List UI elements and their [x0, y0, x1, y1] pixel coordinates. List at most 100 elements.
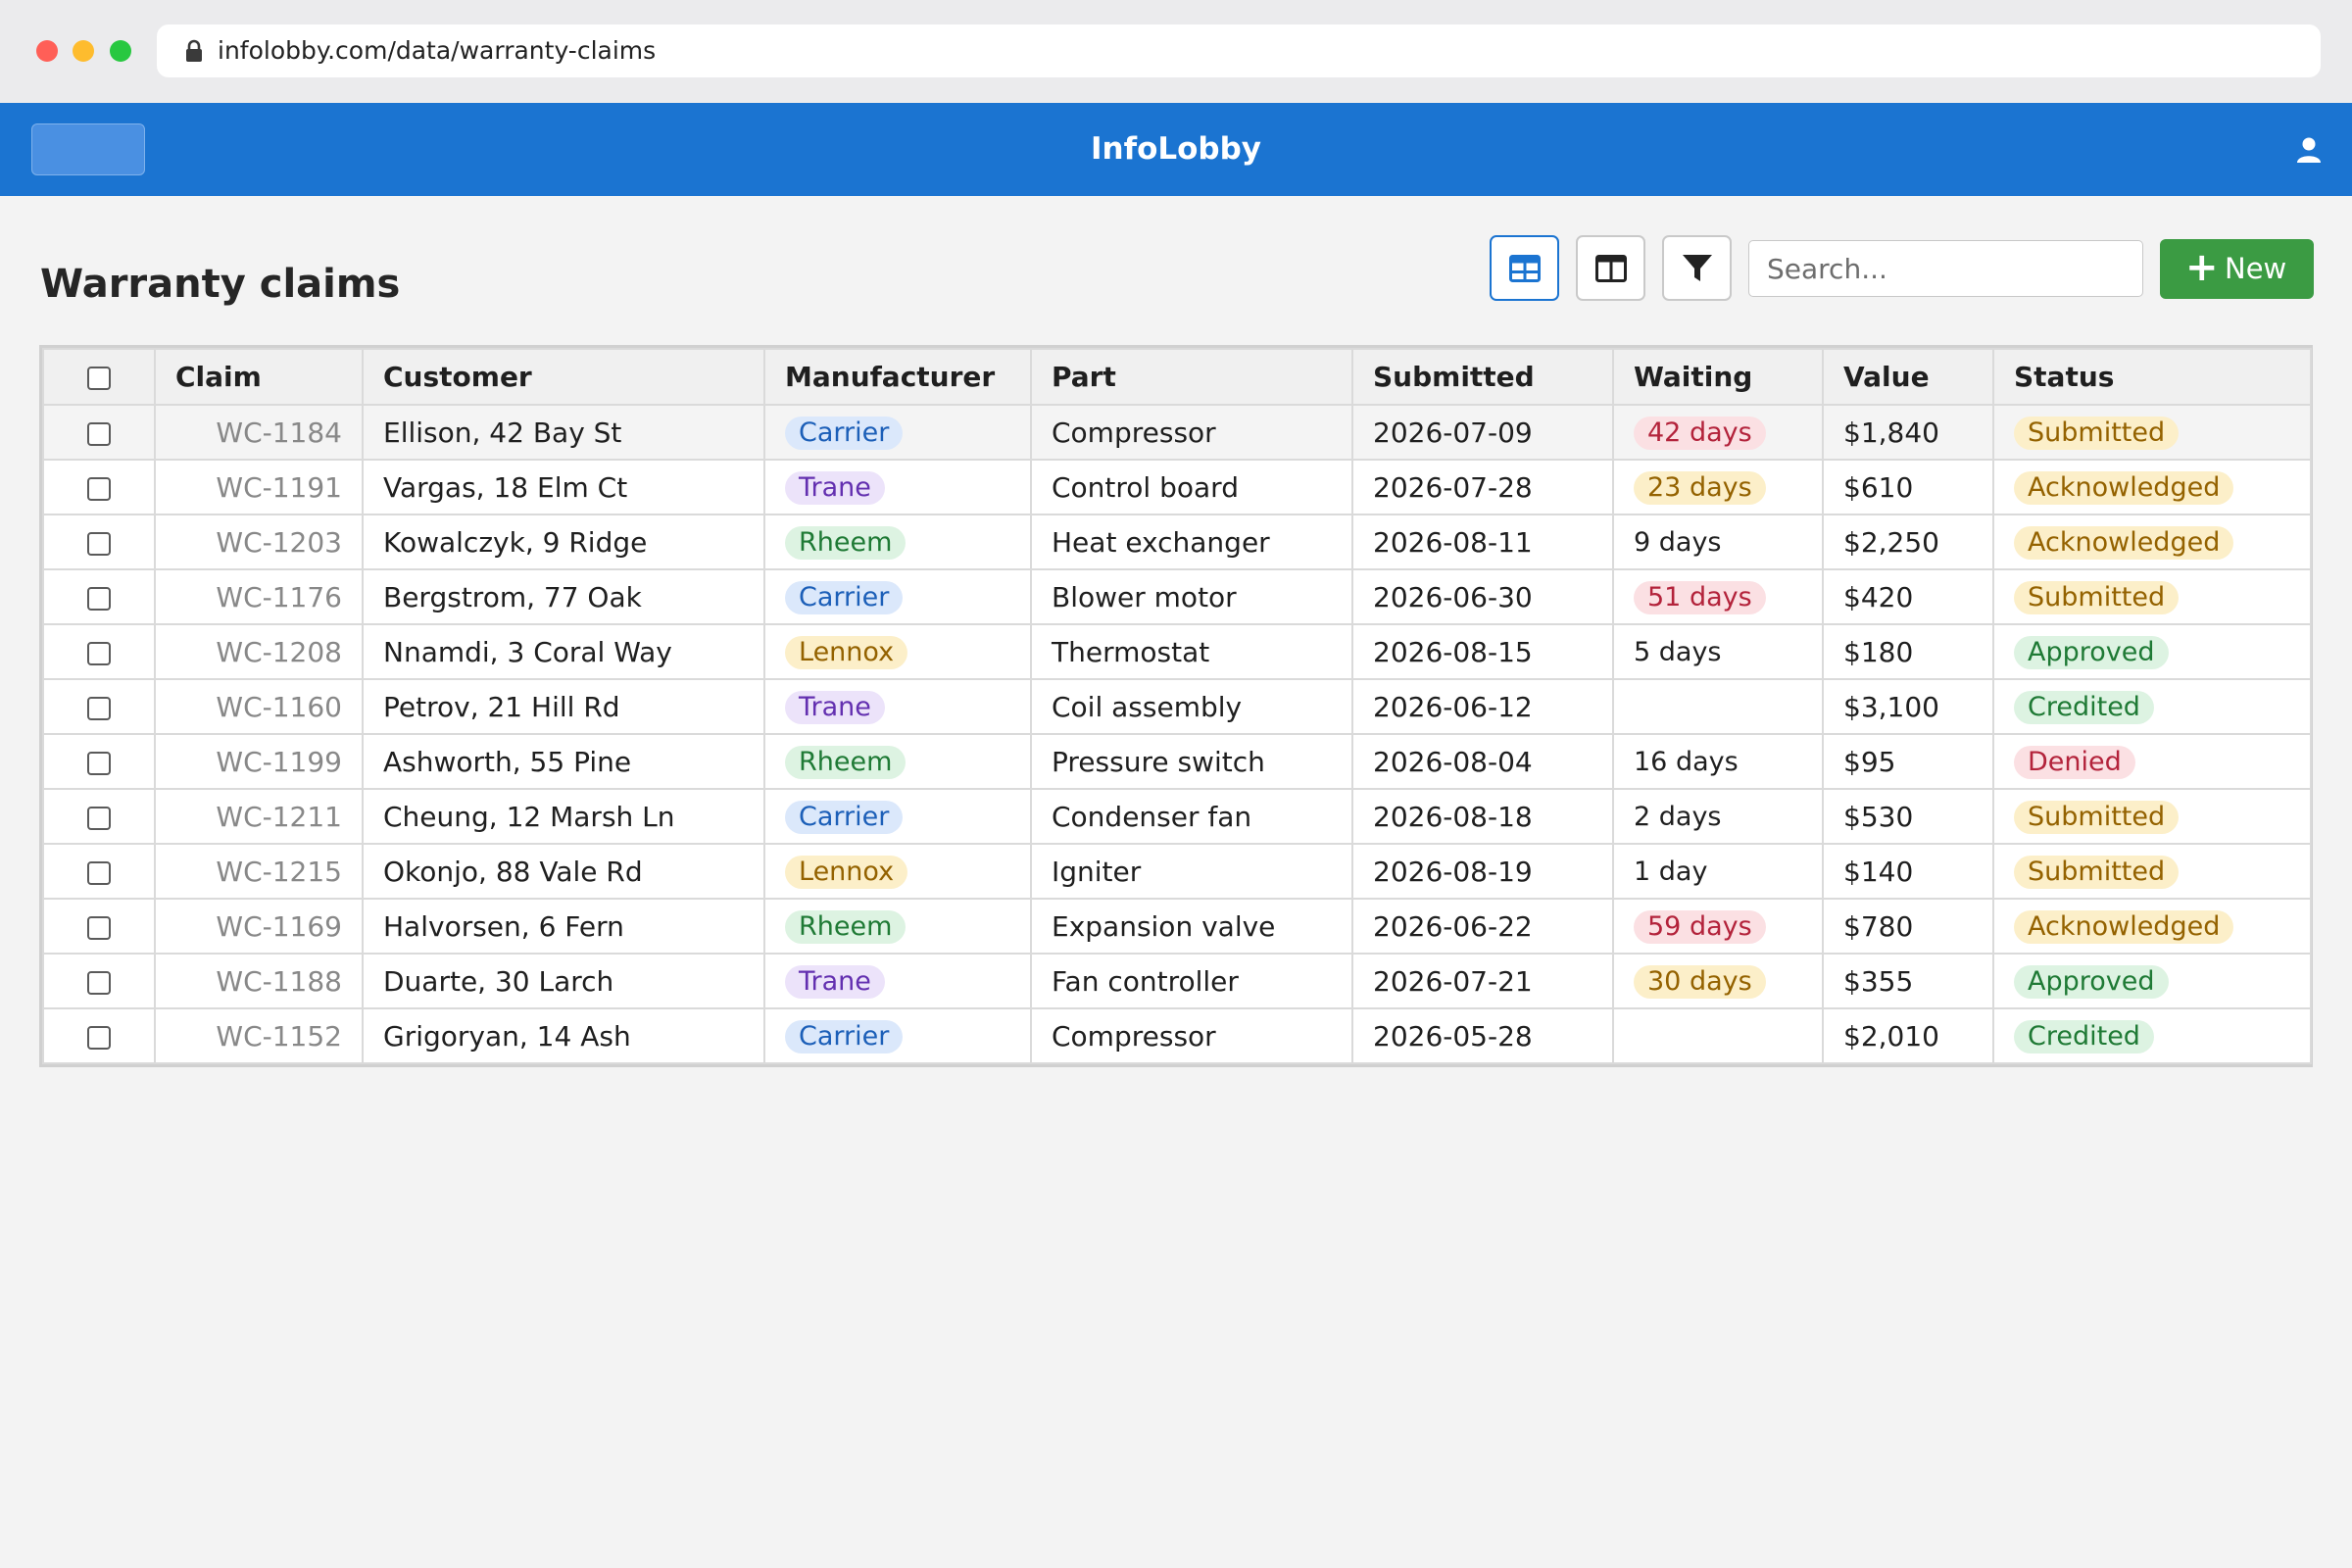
value-cell: $610 — [1822, 459, 1994, 515]
table-row[interactable]: WC-1211 Cheung, 12 Marsh Ln Carrier Condens… — [42, 788, 2312, 845]
row-checkbox[interactable] — [87, 531, 111, 556]
row-checkbox[interactable] — [87, 806, 111, 830]
table-row[interactable]: WC-1152 Grigoryan, 14 Ash Carrier Compresso… — [42, 1007, 2312, 1064]
manufacturer-badge: Carrier — [785, 416, 904, 450]
manufacturer-badge: Rheem — [785, 525, 906, 560]
part-cell: Control board — [1030, 459, 1353, 515]
row-select-cell — [42, 459, 156, 515]
column-header-part[interactable]: Part — [1030, 348, 1353, 406]
select-all-checkbox[interactable] — [87, 367, 111, 390]
table-row[interactable]: WC-1184 Ellison, 42 Bay St Carrier Compress… — [42, 404, 2312, 461]
part-cell: Fan controller — [1030, 953, 1353, 1009]
part-cell: Igniter — [1030, 843, 1353, 900]
table-row[interactable]: WC-1160 Petrov, 21 Hill Rd Trane Coil assem… — [42, 678, 2312, 735]
minimize-window-button[interactable] — [73, 40, 94, 62]
column-header-value[interactable]: Value — [1822, 348, 1994, 406]
status-cell: Approved — [1992, 953, 2312, 1009]
row-checkbox[interactable] — [87, 421, 111, 446]
manufacturer-badge: Rheem — [785, 909, 906, 944]
customer-cell: Ashworth, 55 Pine — [362, 733, 765, 790]
address-bar[interactable]: infolobby.com/data/warranty-claims — [157, 24, 2321, 77]
user-icon[interactable] — [2295, 136, 2323, 164]
waiting-badge: 1 day — [1634, 856, 1708, 887]
row-checkbox[interactable] — [87, 586, 111, 611]
status-badge: Credited — [2014, 1019, 2154, 1054]
column-header-claim[interactable]: Claim — [154, 348, 364, 406]
status-badge: Approved — [2014, 635, 2169, 669]
value-cell: $355 — [1822, 953, 1994, 1009]
new-button[interactable]: + New — [2160, 239, 2314, 299]
status-badge: Acknowledged — [2014, 909, 2234, 944]
claim-id[interactable]: WC-1191 — [154, 459, 364, 515]
page-title: Warranty claims — [40, 262, 401, 307]
claim-id[interactable]: WC-1203 — [154, 514, 364, 570]
claim-id[interactable]: WC-1208 — [154, 623, 364, 680]
claim-id[interactable]: WC-1176 — [154, 568, 364, 625]
claim-id[interactable]: WC-1215 — [154, 843, 364, 900]
submitted-cell: 2026-08-04 — [1351, 733, 1614, 790]
row-checkbox[interactable] — [87, 970, 111, 995]
close-window-button[interactable] — [36, 40, 58, 62]
waiting-cell: 30 days — [1612, 953, 1824, 1009]
table-row[interactable]: WC-1199 Ashworth, 55 Pine Rheem Pressure sw… — [42, 733, 2312, 790]
status-cell: Submitted — [1992, 843, 2312, 900]
table-row[interactable]: WC-1215 Okonjo, 88 Vale Rd Lennox Igniter 20… — [42, 843, 2312, 900]
manufacturer-cell: Lennox — [763, 623, 1032, 680]
table-row[interactable]: WC-1208 Nnamdi, 3 Coral Way Lennox Thermost… — [42, 623, 2312, 680]
manufacturer-cell: Carrier — [763, 568, 1032, 625]
manufacturer-badge: Rheem — [785, 745, 906, 779]
column-header-waiting[interactable]: Waiting — [1612, 348, 1824, 406]
table-row[interactable]: WC-1188 Duarte, 30 Larch Trane Fan controll… — [42, 953, 2312, 1009]
customer-cell: Halvorsen, 6 Fern — [362, 898, 765, 955]
row-checkbox[interactable] — [87, 751, 111, 775]
row-select-cell — [42, 898, 156, 955]
table-row[interactable]: WC-1191 Vargas, 18 Elm Ct Trane Control boa… — [42, 459, 2312, 515]
customer-cell: Okonjo, 88 Vale Rd — [362, 843, 765, 900]
submitted-cell: 2026-05-28 — [1351, 1007, 1614, 1064]
filter-button[interactable] — [1662, 235, 1732, 301]
waiting-badge: 9 days — [1634, 526, 1722, 558]
claim-id[interactable]: WC-1211 — [154, 788, 364, 845]
table-row[interactable]: WC-1169 Halvorsen, 6 Fern Rheem Expansion v… — [42, 898, 2312, 955]
plus-icon: + — [2185, 245, 2219, 290]
table-view-button[interactable] — [1490, 235, 1559, 301]
part-cell: Condenser fan — [1030, 788, 1353, 845]
row-select-cell — [42, 843, 156, 900]
columns-view-button[interactable] — [1576, 235, 1645, 301]
status-cell: Acknowledged — [1992, 898, 2312, 955]
value-cell: $530 — [1822, 788, 1994, 845]
value-cell: $420 — [1822, 568, 1994, 625]
claim-id[interactable]: WC-1188 — [154, 953, 364, 1009]
search-input[interactable] — [1748, 240, 2143, 297]
manufacturer-badge: Trane — [785, 470, 885, 505]
column-header-customer[interactable]: Customer — [362, 348, 765, 406]
column-header-submitted[interactable]: Submitted — [1351, 348, 1614, 406]
column-header-status[interactable]: Status — [1992, 348, 2312, 406]
row-select-cell — [42, 1007, 156, 1064]
row-checkbox[interactable] — [87, 476, 111, 501]
status-cell: Credited — [1992, 678, 2312, 735]
claim-id[interactable]: WC-1169 — [154, 898, 364, 955]
waiting-cell — [1612, 1007, 1824, 1064]
manufacturer-badge: Trane — [785, 964, 885, 999]
row-select-cell — [42, 953, 156, 1009]
row-checkbox[interactable] — [87, 696, 111, 720]
value-cell: $180 — [1822, 623, 1994, 680]
row-checkbox[interactable] — [87, 1025, 111, 1050]
row-select-cell — [42, 404, 156, 461]
row-checkbox[interactable] — [87, 860, 111, 885]
table-row[interactable]: WC-1203 Kowalczyk, 9 Ridge Rheem Heat excha… — [42, 514, 2312, 570]
claim-id[interactable]: WC-1199 — [154, 733, 364, 790]
row-checkbox[interactable] — [87, 641, 111, 665]
part-cell: Compressor — [1030, 404, 1353, 461]
table-row[interactable]: WC-1176 Bergstrom, 77 Oak Carrier Blower mo… — [42, 568, 2312, 625]
row-checkbox[interactable] — [87, 915, 111, 940]
status-cell: Approved — [1992, 623, 2312, 680]
waiting-cell: 1 day — [1612, 843, 1824, 900]
column-header-manufacturer[interactable]: Manufacturer — [763, 348, 1032, 406]
claim-id[interactable]: WC-1184 — [154, 404, 364, 461]
status-badge: Submitted — [2014, 416, 2180, 450]
claim-id[interactable]: WC-1160 — [154, 678, 364, 735]
claim-id[interactable]: WC-1152 — [154, 1007, 364, 1064]
maximize-window-button[interactable] — [110, 40, 131, 62]
